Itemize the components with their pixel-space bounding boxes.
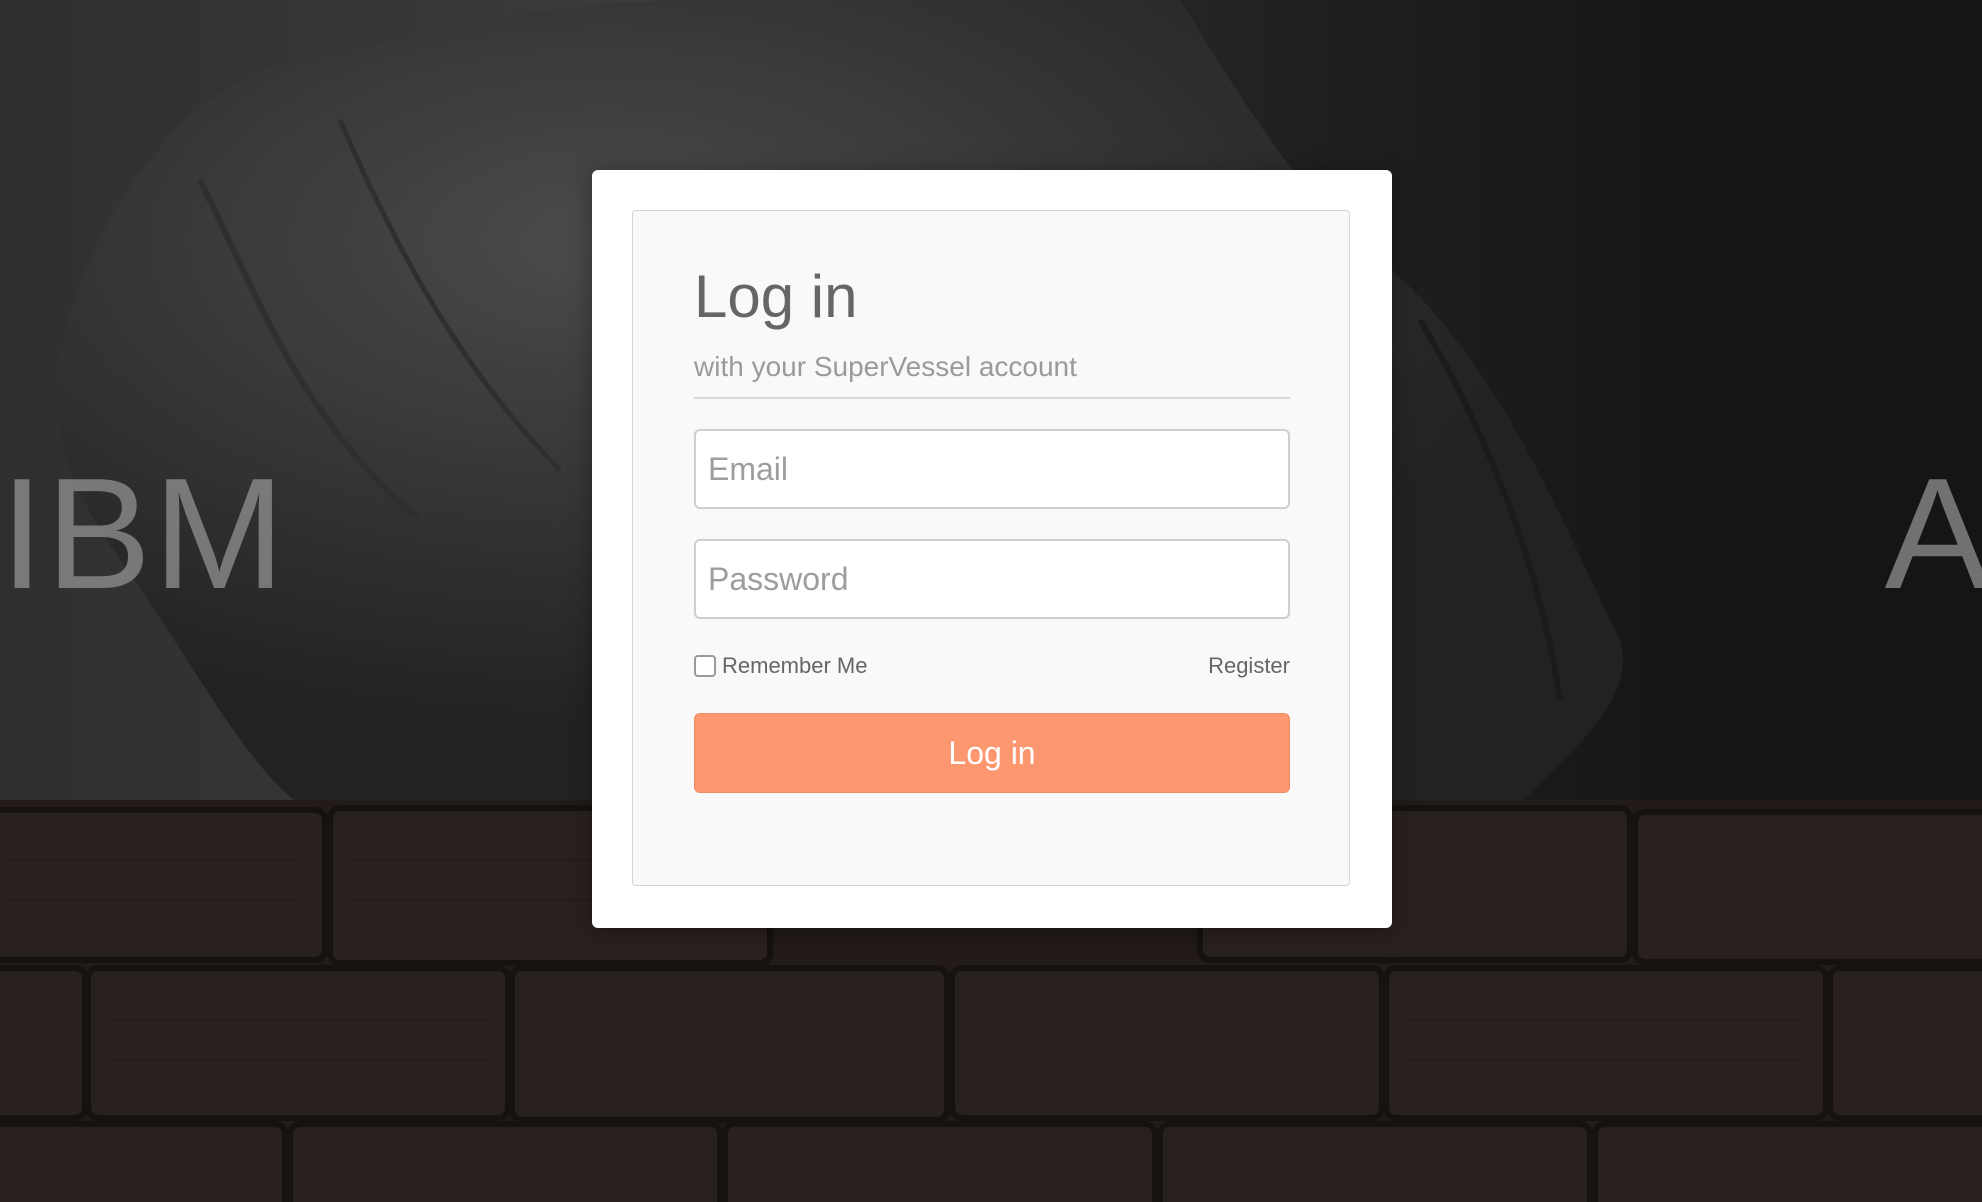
login-subtitle: with your SuperVessel account: [694, 351, 1290, 399]
login-page: IBM AIN Log in with your SuperVessel acc…: [0, 0, 1982, 1202]
register-link[interactable]: Register: [1208, 653, 1290, 679]
login-panel: Log in with your SuperVessel account Rem…: [632, 210, 1350, 886]
login-options-row: Remember Me Register: [694, 651, 1290, 681]
remember-me-checkbox[interactable]: [694, 655, 716, 677]
login-modal: Log in with your SuperVessel account Rem…: [592, 170, 1392, 928]
remember-me-option[interactable]: Remember Me: [694, 653, 867, 679]
login-title: Log in: [694, 263, 858, 330]
login-button[interactable]: Log in: [694, 713, 1290, 793]
remember-me-label: Remember Me: [722, 653, 868, 678]
email-input[interactable]: [694, 429, 1290, 509]
password-input[interactable]: [694, 539, 1290, 619]
login-form: Log in with your SuperVessel account Rem…: [694, 267, 1290, 793]
